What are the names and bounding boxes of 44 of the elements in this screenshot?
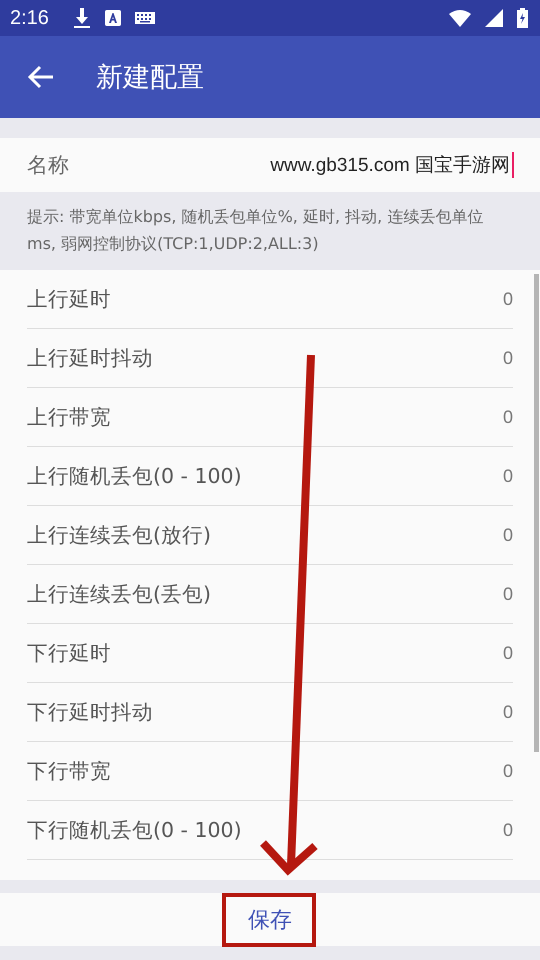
setting-row[interactable]: 下行带宽 0 [27, 742, 513, 801]
screen-title: 新建配置 [96, 61, 204, 95]
download-icon [72, 7, 91, 29]
setting-value: 0 [502, 820, 513, 840]
setting-value: 0 [502, 348, 513, 368]
setting-value: 0 [502, 760, 513, 782]
setting-row[interactable]: 上行延时抖动 0 [27, 329, 513, 388]
setting-value: 0 [502, 584, 513, 604]
setting-value: 0 [502, 406, 513, 428]
setting-value: 0 [502, 466, 513, 486]
keyboard-icon [134, 12, 155, 24]
setting-label: 下行延时 [27, 640, 111, 667]
setting-row[interactable]: 下行延时抖动 0 [27, 683, 513, 742]
setting-label: 上行随机丢包(0 - 100) [27, 463, 242, 490]
setting-label: 上行带宽 [27, 404, 111, 431]
name-input[interactable]: www.gb315.com 国宝手游网 [270, 152, 514, 178]
setting-row[interactable]: 下行延时 0 [27, 624, 513, 683]
setting-label: 上行连续丢包(丢包) [27, 581, 211, 608]
setting-row[interactable]: 上行随机丢包(0 - 100) 0 [27, 447, 513, 506]
setting-label: 下行延时抖动 [27, 699, 153, 726]
wifi-icon [449, 10, 471, 26]
setting-label: 上行连续丢包(放行) [27, 522, 211, 549]
setting-label: 下行带宽 [27, 758, 111, 785]
battery-icon [517, 8, 528, 28]
setting-row[interactable]: 下行随机丢包(0 - 100) 0 [27, 801, 513, 860]
setting-row[interactable]: 上行连续丢包(放行) 0 [27, 506, 513, 565]
clock: 2:16 [10, 6, 49, 30]
setting-label: 上行延时 [27, 286, 111, 313]
save-button[interactable]: 保存 [228, 896, 312, 942]
setting-row[interactable]: 上行连续丢包(丢包) 0 [27, 565, 513, 624]
field-label: 名称 [27, 152, 69, 179]
setting-row[interactable]: 上行延时 0 [27, 270, 513, 329]
signal-icon [485, 9, 503, 27]
text-icon [104, 10, 121, 26]
setting-label: 下行随机丢包(0 - 100) [27, 817, 242, 844]
setting-row[interactable]: 上行带宽 0 [27, 388, 513, 447]
setting-value: 0 [502, 642, 513, 664]
hint-text: 提示: 带宽单位kbps, 随机丢包单位%, 延时, 抖动, 连续丢包单位ms, 弱网控制协议(TCP:1,UDP:2,ALL:3) [26, 206, 484, 255]
setting-label: 上行延时抖动 [27, 345, 153, 372]
setting-value: 0 [502, 288, 513, 310]
setting-value: 0 [502, 702, 513, 722]
back-button[interactable] [28, 65, 54, 89]
back-arrow-icon [28, 65, 54, 89]
setting-value: 0 [502, 524, 513, 546]
